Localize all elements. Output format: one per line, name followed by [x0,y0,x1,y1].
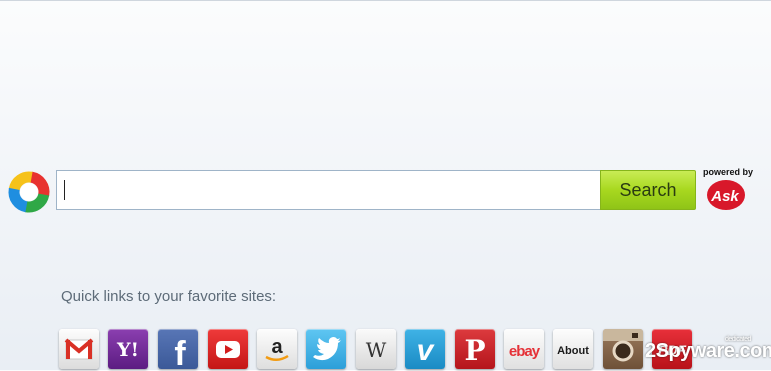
quick-link-youtube[interactable] [208,329,248,369]
powered-by-label: powered by [702,167,753,177]
search-input[interactable] [56,170,600,210]
quick-link-facebook[interactable]: f [158,329,198,369]
quick-link-wikipedia[interactable]: W [356,329,396,369]
youtube-icon [216,341,240,358]
twitter-icon [313,337,341,361]
pinterest-icon: P [464,334,485,367]
powered-by-ask[interactable]: powered by Ask [701,167,759,213]
ask-logo-label: Ask [710,188,739,205]
facebook-icon: f [174,335,186,369]
gmail-icon [64,338,94,360]
watermark-sub-label: dedicated [725,336,751,343]
quick-link-ebay[interactable]: ebay [504,329,544,369]
search-button[interactable]: Search [600,170,696,210]
svg-text:v: v [417,334,436,367]
search-engine-logo-icon [8,171,50,213]
quick-link-pinterest[interactable]: P [455,329,495,369]
yahoo-icon: Y! [116,339,139,361]
about-icon: About [557,345,589,357]
svg-text:About: About [557,345,589,357]
svg-text:f: f [174,335,186,369]
quick-link-twitter[interactable] [306,329,346,369]
amazon-icon: a [265,336,289,361]
quick-link-gmail[interactable] [59,329,99,369]
ebay-icon: ebay [509,343,542,360]
quick-link-vimeo[interactable]: v [405,329,445,369]
quick-link-yahoo[interactable]: Y! [108,329,148,369]
svg-text:ebay: ebay [509,343,541,360]
watermark-label: 2Spyware.com [645,340,771,362]
top-divider [0,0,771,1]
svg-text:Y!: Y! [116,339,139,361]
ask-logo-icon: Ask [707,180,745,210]
svg-text:a: a [271,336,283,358]
wikipedia-icon: W [366,338,387,362]
quick-links-title: Quick links to your favorite sites: [61,288,277,305]
svg-text:W: W [366,338,387,362]
text-caret [64,180,65,200]
quick-link-about[interactable]: About [553,329,593,369]
quick-link-amazon[interactable]: a [257,329,297,369]
vimeo-icon: v [417,334,436,367]
svg-text:P: P [464,334,485,367]
search-bar: Search [56,170,696,210]
watermark: 2Spyware.com dedicated [625,336,771,366]
